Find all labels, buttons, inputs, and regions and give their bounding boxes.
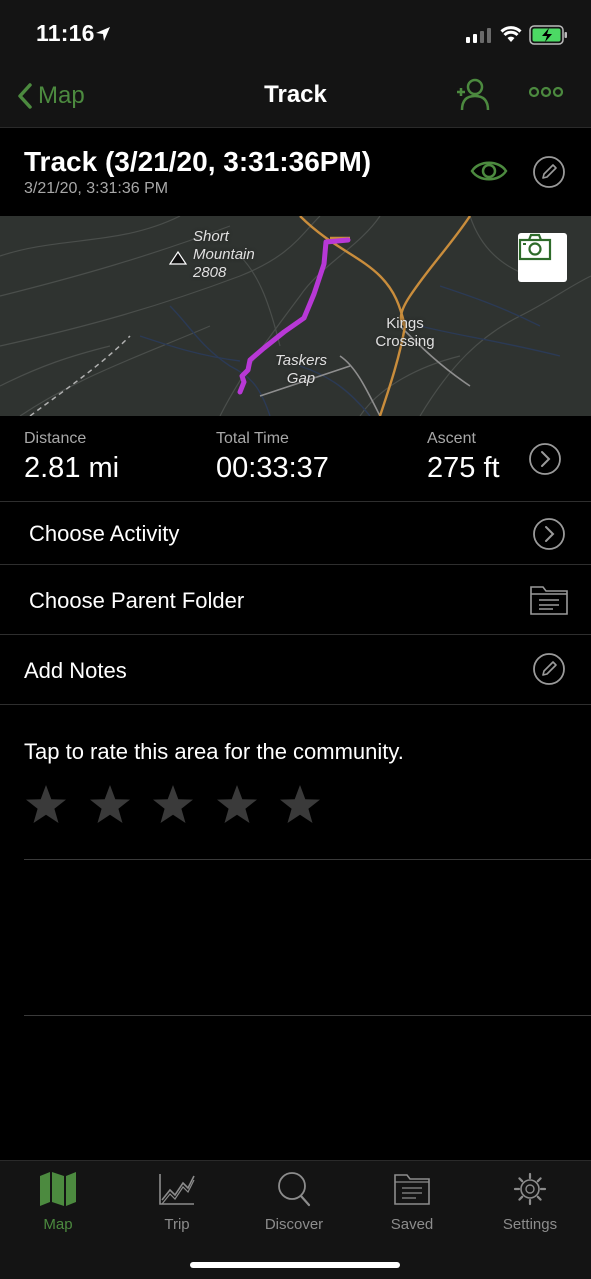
star-icon[interactable] [278, 783, 322, 827]
map-label-peak: Short Mountain 2808 [193, 228, 255, 282]
peak-label-line-3: 2808 [193, 264, 227, 281]
add-notes-label: Add Notes [24, 658, 127, 683]
tab-settings[interactable]: Settings [480, 1171, 580, 1233]
tab-trip[interactable]: Trip [127, 1171, 227, 1233]
nav-title: Track [264, 81, 327, 108]
home-indicator[interactable] [190, 1262, 400, 1268]
total-time-label: Total Time [216, 430, 289, 447]
track-title: Track (3/21/20, 3:31:36PM) [24, 146, 372, 177]
stats-detail-chevron-icon[interactable] [528, 442, 562, 476]
choose-activity-row[interactable]: Choose Activity [0, 502, 591, 565]
town-label-line-2: Crossing [375, 333, 435, 350]
tab-trip-label: Trip [164, 1216, 190, 1233]
camera-icon [518, 233, 552, 261]
track-header: Track (3/21/20, 3:31:36PM) 3/21/20, 3:31… [0, 128, 591, 216]
status-bar: 11:16 [0, 0, 591, 72]
tab-settings-label: Settings [502, 1216, 558, 1233]
distance-label: Distance [24, 430, 87, 447]
choose-parent-folder-label: Choose Parent Folder [29, 588, 245, 613]
chevron-right-icon [533, 518, 565, 550]
star-icon[interactable] [24, 783, 68, 827]
status-time: 11:16 [36, 20, 95, 46]
tab-map-label: Map [43, 1216, 73, 1233]
star-icon[interactable] [215, 783, 259, 827]
map-label-town: Kings Crossing [374, 315, 436, 351]
search-icon [278, 1172, 311, 1207]
cellular-signal-icon [466, 28, 491, 43]
gap-label-line-1: Taskers [275, 352, 327, 369]
edit-pencil-icon[interactable] [532, 155, 566, 189]
battery-charging-icon [529, 25, 567, 45]
folder-icon [530, 586, 568, 615]
screen: 11:16 Map Track Track (3/21/20, 3:31:36P… [0, 0, 591, 1279]
section-divider [24, 1015, 591, 1016]
town-label-line-1: Kings [386, 315, 424, 332]
track-stats: Distance 2.81 mi Total Time 00:33:37 Asc… [0, 416, 591, 502]
add-photo-button[interactable] [518, 233, 567, 282]
peak-label-line-2: Mountain [193, 246, 255, 263]
track-subtitle: 3/21/20, 3:31:36 PM [24, 180, 169, 197]
peak-label-line-1: Short [193, 228, 229, 245]
add-user-icon[interactable] [454, 76, 490, 112]
gap-label-line-2: Gap [286, 370, 316, 387]
ascent-value: 275 ft [427, 452, 500, 484]
stat-total-time: Total Time 00:33:37 [216, 430, 329, 485]
more-options-icon[interactable] [529, 84, 563, 100]
map-label-gap: Taskers Gap [275, 352, 327, 388]
choose-activity-label: Choose Activity [29, 521, 180, 546]
wifi-icon [500, 26, 522, 42]
tab-saved[interactable]: Saved [362, 1171, 462, 1233]
tab-discover-label: Discover [264, 1216, 324, 1233]
tab-map[interactable]: Map [8, 1171, 108, 1233]
choose-parent-folder-row[interactable]: Choose Parent Folder [0, 565, 591, 635]
section-divider [24, 859, 591, 860]
gear-icon [513, 1172, 547, 1206]
stat-ascent: Ascent 275 ft [427, 430, 500, 485]
map-preview[interactable]: Short Mountain 2808 Taskers Gap Kings Cr… [0, 216, 591, 416]
folder-icon [394, 1174, 430, 1205]
tab-saved-label: Saved [390, 1216, 434, 1233]
tab-discover[interactable]: Discover [244, 1171, 344, 1233]
community-rating: Tap to rate this area for the community. [0, 705, 591, 860]
chart-icon [159, 1174, 195, 1205]
add-notes-row[interactable]: Add Notes [0, 635, 591, 705]
total-time-value: 00:33:37 [216, 452, 329, 484]
ascent-label: Ascent [427, 430, 476, 447]
nav-bar: Map Track [0, 72, 591, 128]
distance-value: 2.81 mi [24, 452, 120, 484]
visibility-eye-icon[interactable] [470, 155, 508, 187]
rating-stars [24, 783, 342, 827]
stat-distance: Distance 2.81 mi [24, 430, 119, 485]
location-arrow-icon [96, 27, 110, 41]
star-icon[interactable] [88, 783, 132, 827]
edit-pencil-icon [533, 653, 565, 685]
map-icon [40, 1172, 76, 1206]
star-icon[interactable] [151, 783, 195, 827]
rating-prompt: Tap to rate this area for the community. [24, 739, 404, 764]
